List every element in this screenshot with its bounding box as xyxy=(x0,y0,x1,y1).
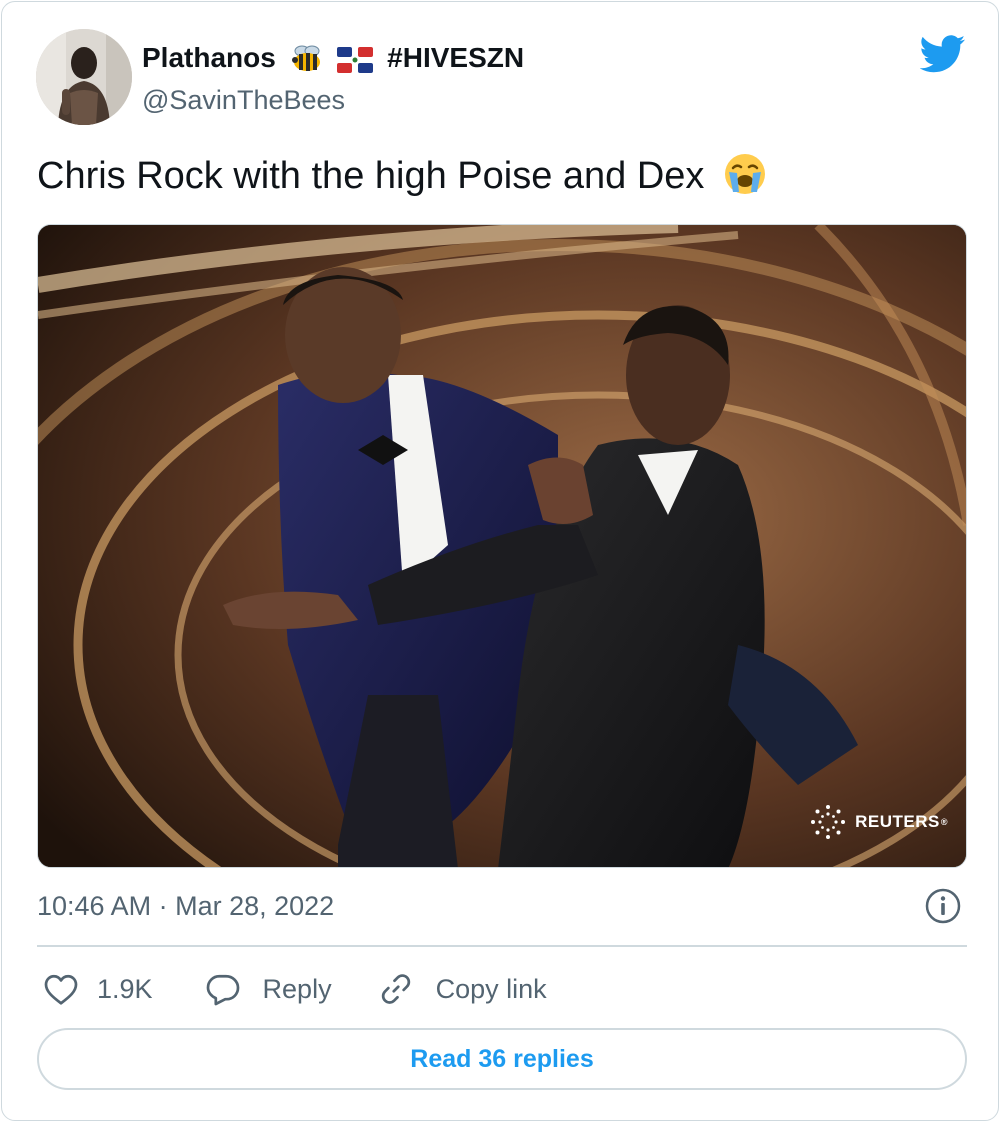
twitter-bird-icon[interactable] xyxy=(919,35,966,73)
tweet-timestamp[interactable]: 10:46 AM · Mar 28, 2022 xyxy=(37,888,334,924)
reply-button[interactable]: Reply xyxy=(205,972,332,1006)
media-credit-text: REUTERS xyxy=(855,812,940,831)
link-icon xyxy=(381,974,410,1004)
reply-label: Reply xyxy=(262,973,332,1004)
bee-icon xyxy=(290,43,324,82)
read-replies-label: Read 36 replies xyxy=(410,1044,594,1073)
tweet-text-content: Chris Rock with the high Poise and Dex xyxy=(37,155,705,197)
copy-link-button[interactable]: Copy link xyxy=(378,971,547,1007)
dominican-flag-icon xyxy=(337,46,374,82)
reply-bubble-icon xyxy=(206,974,239,1006)
read-replies-button[interactable]: Read 36 replies xyxy=(37,1028,967,1090)
info-icon[interactable] xyxy=(924,887,962,925)
tweet-text: Chris Rock with the high Poise and Dex xyxy=(37,152,967,208)
display-name[interactable]: Plathanos #HIVESZN xyxy=(142,40,524,82)
media-credit: REUTERS ® xyxy=(809,803,948,841)
divider xyxy=(37,945,967,947)
user-handle[interactable]: @SavinTheBees xyxy=(142,82,345,118)
loudly-crying-face-icon xyxy=(723,152,767,208)
tweet-card: Plathanos #HIVESZN @SavinTheBees Chris R… xyxy=(1,1,999,1121)
registered-mark: ® xyxy=(940,817,948,827)
display-name-text: Plathanos xyxy=(142,42,276,73)
action-bar: 1.9K Reply Copy link xyxy=(37,966,547,1012)
reuters-logo-icon xyxy=(811,805,846,839)
hashtag-text[interactable]: #HIVESZN xyxy=(387,42,524,73)
copy-link-label: Copy link xyxy=(435,973,547,1004)
like-button[interactable]: 1.9K xyxy=(37,972,153,1006)
avatar[interactable] xyxy=(36,29,132,125)
like-count: 1.9K xyxy=(97,973,153,1004)
heart-icon xyxy=(44,974,78,1005)
tweet-photo[interactable]: REUTERS ® xyxy=(37,224,967,868)
